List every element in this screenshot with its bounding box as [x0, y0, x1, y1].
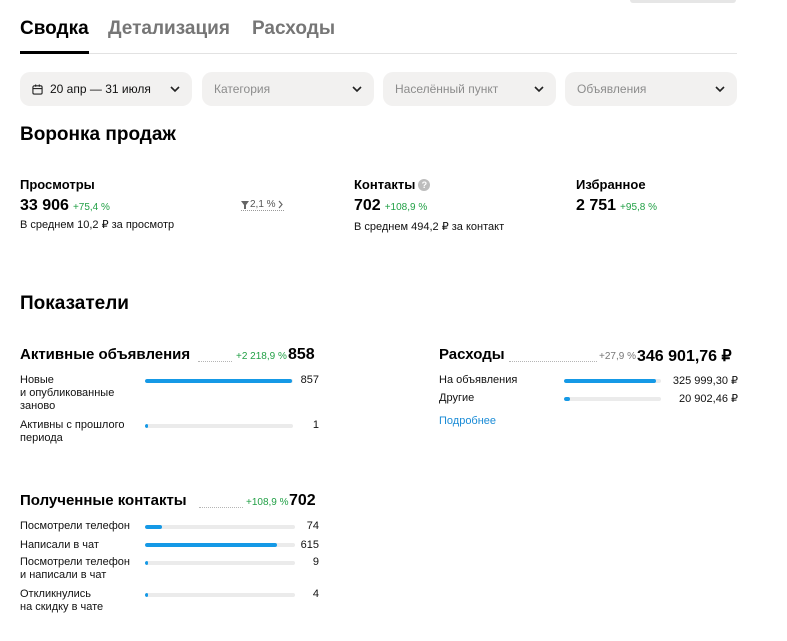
expenses-row-label: Другие	[439, 392, 475, 404]
tab-details[interactable]: Детализация	[108, 18, 230, 40]
top-stub	[630, 0, 736, 3]
expenses-delta: +27,9 %	[599, 351, 636, 362]
category-placeholder: Категория	[214, 82, 271, 96]
chevron-down-icon	[352, 86, 362, 93]
active-ads-total: 858	[288, 346, 315, 363]
progress-fill	[564, 379, 657, 383]
expenses-title: Расходы	[439, 346, 505, 363]
dotted-leader	[509, 361, 597, 362]
funnel-title: Воронка продаж	[20, 124, 176, 145]
contacts-delta: +108,9 %	[384, 202, 428, 213]
active-ads-row-label: Новые и опубликованные заново	[20, 374, 115, 412]
progress-fill	[564, 397, 570, 401]
views-value-row: 33 906 +75,4 %	[20, 197, 110, 215]
dotted-leader	[199, 507, 243, 508]
contacts-value: 702	[354, 197, 381, 214]
views-value: 33 906	[20, 197, 69, 214]
favorites-title: Избранное	[576, 177, 646, 192]
progress-bar	[564, 379, 661, 383]
help-icon[interactable]: ?	[418, 179, 431, 191]
received-contacts-row-value: 9	[312, 556, 319, 568]
conversion-link[interactable]: 2,1 %	[241, 199, 284, 211]
chevron-right-icon	[278, 200, 283, 209]
expenses-row-label: На объявления	[439, 374, 518, 386]
dotted-leader	[198, 361, 232, 362]
expenses-row-value: 325 999,30 ₽	[672, 375, 738, 387]
ads-select[interactable]: Объявления	[565, 72, 737, 106]
active-ads-delta: +2 218,9 %	[236, 351, 287, 362]
active-ads-row-value: 1	[312, 419, 319, 431]
contacts-value-row: 702 +108,9 %	[354, 197, 427, 215]
progress-bar	[564, 397, 661, 401]
conversion-value: 2,1 %	[250, 199, 276, 210]
expenses-row-value: 20 902,46 ₽	[679, 393, 738, 405]
progress-bar	[145, 379, 293, 383]
views-delta: +75,4 %	[72, 202, 110, 213]
received-contacts-delta: +108,9 %	[246, 497, 289, 508]
category-select[interactable]: Категория	[202, 72, 374, 106]
chevron-down-icon	[534, 86, 544, 93]
funnel-icon	[241, 200, 249, 209]
tab-expenses[interactable]: Расходы	[252, 18, 335, 40]
tab-bar: Сводка Детализация Расходы	[20, 18, 737, 54]
date-range-filter[interactable]: 20 апр — 31 июля	[20, 72, 192, 106]
progress-bar	[145, 543, 295, 547]
favorites-value: 2 751	[576, 197, 617, 214]
more-details-link[interactable]: Подробнее	[439, 415, 496, 427]
progress-bar	[145, 424, 293, 428]
progress-bar	[145, 593, 295, 597]
active-ads-row-value: 857	[300, 374, 319, 386]
progress-fill	[145, 561, 148, 565]
date-range-label: 20 апр — 31 июля	[50, 82, 151, 96]
chevron-down-icon	[170, 86, 180, 93]
received-contacts-total: 702	[289, 492, 316, 509]
contacts-average: В среднем 494,2 ₽ за контакт	[354, 221, 505, 233]
progress-bar	[145, 561, 295, 565]
received-contacts-row-label: Откликнулись на скидку в чате	[20, 588, 104, 613]
expenses-total: 346 901,76 ₽	[637, 348, 732, 365]
indicators-title: Показатели	[20, 293, 129, 314]
views-average: В среднем 10,2 ₽ за просмотр	[20, 219, 175, 231]
favorites-delta: +95,8 %	[620, 202, 658, 213]
received-contacts-row-value: 4	[312, 588, 319, 600]
active-ads-row-label: Активны с прошлого периода	[20, 419, 125, 444]
ads-placeholder: Объявления	[577, 82, 647, 96]
contacts-title: Контакты	[354, 177, 416, 192]
active-ads-title: Активные объявления	[20, 346, 191, 363]
progress-bar	[145, 525, 295, 529]
received-contacts-row-label: Посмотрели телефон	[20, 520, 130, 532]
received-contacts-row-label: Написали в чат	[20, 539, 99, 551]
progress-fill	[145, 593, 148, 597]
favorites-value-row: 2 751 +95,8 %	[576, 197, 657, 215]
contacts-title-row: Контакты?	[354, 177, 431, 192]
received-contacts-row-label: Посмотрели телефон и написали в чат	[20, 556, 130, 581]
progress-fill	[145, 525, 162, 529]
progress-fill	[145, 543, 277, 547]
chevron-down-icon	[715, 86, 725, 93]
progress-fill	[145, 379, 292, 383]
received-contacts-row-value: 615	[300, 539, 319, 551]
progress-fill	[145, 424, 148, 428]
tab-summary[interactable]: Сводка	[20, 18, 89, 54]
views-title: Просмотры	[20, 177, 95, 192]
city-placeholder: Населённый пункт	[395, 82, 499, 96]
calendar-icon	[32, 83, 43, 95]
city-select[interactable]: Населённый пункт	[383, 72, 556, 106]
received-contacts-title: Полученные контакты	[20, 492, 187, 509]
received-contacts-row-value: 74	[306, 520, 319, 532]
